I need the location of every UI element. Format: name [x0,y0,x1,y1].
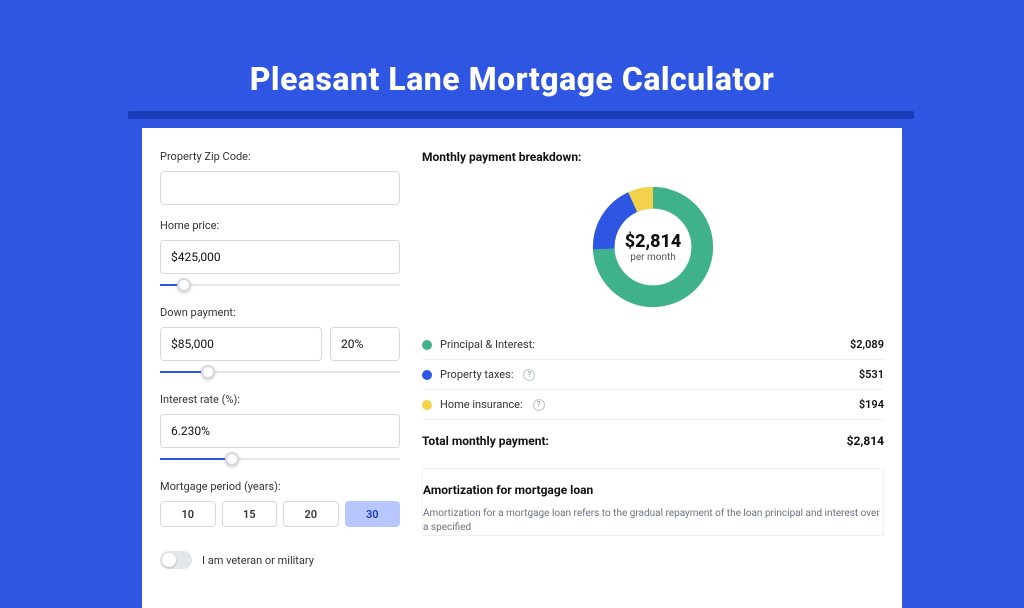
legend-row-principal: Principal & Interest: $2,089 [422,330,884,360]
interest-field: Interest rate (%): [160,393,400,466]
total-label: Total monthly payment: [422,434,549,448]
stage: Pleasant Lane Mortgage Calculator Proper… [0,0,1024,512]
slider-rail [160,284,400,286]
down-payment-slider[interactable] [160,365,400,379]
total-value: $2,814 [847,434,884,448]
interest-input[interactable] [160,414,400,448]
down-payment-field: Down payment: [160,306,400,379]
legend-value: $531 [859,368,884,381]
period-label: Mortgage period (years): [160,480,400,493]
down-payment-label: Down payment: [160,306,400,319]
interest-label: Interest rate (%): [160,393,400,406]
zip-label: Property Zip Code: [160,150,400,163]
home-price-label: Home price: [160,219,400,232]
slider-thumb[interactable] [225,452,239,466]
dot-icon [422,340,432,350]
dot-icon [422,400,432,410]
period-10-button[interactable]: 10 [160,501,216,527]
home-price-field: Home price: [160,219,400,292]
slider-thumb[interactable] [201,365,215,379]
calculator-card: Property Zip Code: Home price: Down paym… [142,128,902,608]
period-field: Mortgage period (years): 10 15 20 30 [160,480,400,527]
donut-wrap: $2,814 per month [422,174,884,330]
total-row: Total monthly payment: $2,814 [422,424,884,460]
down-payment-pct-input[interactable] [330,327,400,361]
amort-title: Amortization for mortgage loan [423,483,883,497]
legend-row-insurance: Home insurance: ? $194 [422,390,884,420]
breakdown-column: Monthly payment breakdown: $2,814 per [422,150,884,569]
down-payment-row [160,327,400,361]
veteran-toggle[interactable] [160,551,192,569]
donut-center: $2,814 per month [588,182,718,312]
home-price-slider[interactable] [160,278,400,292]
card-shadow [128,111,914,119]
home-price-input[interactable] [160,240,400,274]
legend-label: Home insurance: [440,398,523,411]
veteran-row: I am veteran or military [160,551,400,569]
slider-fill [160,458,232,460]
period-row: 10 15 20 30 [160,501,400,527]
amortization-section: Amortization for mortgage loan Amortizat… [422,468,884,536]
page-title: Pleasant Lane Mortgage Calculator [0,0,1024,98]
legend-value: $194 [859,398,884,411]
legend-label: Principal & Interest: [440,338,535,351]
info-icon[interactable]: ? [523,369,535,381]
legend-label: Property taxes: [440,368,513,381]
amort-text: Amortization for a mortgage loan refers … [423,507,883,535]
dot-icon [422,370,432,380]
legend-left: Home insurance: ? [422,398,545,411]
period-15-button[interactable]: 15 [222,501,278,527]
info-icon[interactable]: ? [533,399,545,411]
inputs-column: Property Zip Code: Home price: Down paym… [160,150,400,569]
donut-amount: $2,814 [625,231,682,252]
slider-thumb[interactable] [177,278,191,292]
zip-field: Property Zip Code: [160,150,400,205]
donut-chart: $2,814 per month [588,182,718,312]
toggle-knob [162,553,176,567]
breakdown-title: Monthly payment breakdown: [422,150,884,164]
card-inner: Property Zip Code: Home price: Down paym… [142,128,902,569]
down-payment-input[interactable] [160,327,322,361]
legend-row-taxes: Property taxes: ? $531 [422,360,884,390]
period-20-button[interactable]: 20 [283,501,339,527]
veteran-label: I am veteran or military [202,554,314,567]
legend-value: $2,089 [850,338,884,351]
zip-input[interactable] [160,171,400,205]
donut-sub: per month [630,252,676,263]
period-30-button[interactable]: 30 [345,501,401,527]
interest-slider[interactable] [160,452,400,466]
legend-left: Principal & Interest: [422,338,535,351]
legend-left: Property taxes: ? [422,368,535,381]
